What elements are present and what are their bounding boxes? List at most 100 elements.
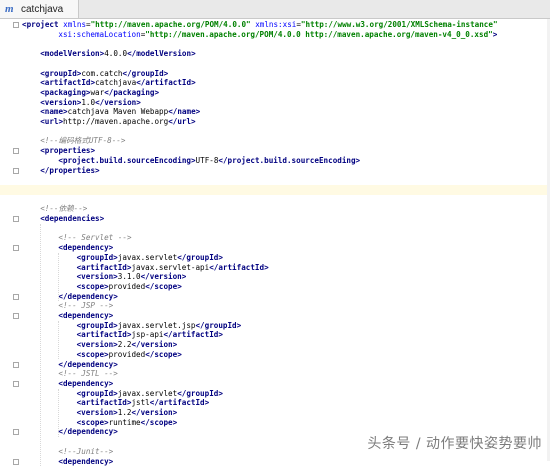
code-line[interactable] (0, 127, 550, 137)
code-token: </packaging> (104, 88, 159, 97)
code-line[interactable]: <packaging>war</packaging> (0, 88, 550, 98)
code-line[interactable] (0, 59, 550, 69)
code-token: 1.2 (118, 408, 132, 417)
code-token: UTF-8 (196, 156, 219, 165)
code-line[interactable]: <version>2.2</version> (0, 340, 550, 350)
code-line[interactable]: </properties> (0, 166, 550, 176)
code-line[interactable]: <scope>runtime</scope> (0, 418, 550, 428)
code-line[interactable]: <!-- Servlet --> (0, 233, 550, 243)
code-line-text: <url>http://maven.apache.org</url> (40, 117, 195, 127)
code-token: jstl (131, 398, 149, 407)
file-tab-catchjava[interactable]: m catchjava (0, 0, 79, 18)
code-line-text: <dependency> (58, 243, 113, 253)
code-token: </version> (141, 272, 187, 281)
watermark: 头条号 / 动作要快姿势要帅 (367, 433, 542, 453)
fold-marker-icon[interactable] (13, 313, 19, 319)
code-token: > (493, 30, 498, 39)
code-line[interactable]: <project xmlns="http://maven.apache.org/… (0, 20, 550, 30)
code-line[interactable]: <dependency> (0, 379, 550, 389)
code-token: </project.build.sourceEncoding> (218, 156, 360, 165)
code-token: javax.servlet.jsp (118, 321, 196, 330)
code-token: xmlns:xsi (255, 20, 296, 29)
code-line[interactable]: <name>catchjava Maven Webapp</name> (0, 107, 550, 117)
code-line[interactable]: <!--依赖--> (0, 204, 550, 214)
code-line[interactable]: <dependency> (0, 243, 550, 253)
code-line[interactable]: <version>1.2</version> (0, 408, 550, 418)
code-line[interactable]: <version>3.1.0</version> (0, 272, 550, 282)
code-line[interactable]: <!-- JSTL --> (0, 369, 550, 379)
code-line[interactable]: <artifactId>jstl</artifactId> (0, 398, 550, 408)
code-line[interactable]: <url>http://maven.apache.org</url> (0, 117, 550, 127)
code-line[interactable]: <groupId>javax.servlet</groupId> (0, 389, 550, 399)
code-line[interactable]: <dependency> (0, 457, 550, 466)
code-line[interactable]: <scope>provided</scope> (0, 350, 550, 360)
code-line[interactable]: <artifactId>catchjava</artifactId> (0, 78, 550, 88)
code-line-text: <artifactId>jsp-api</artifactId> (77, 330, 223, 340)
code-line-text: <dependency> (58, 379, 113, 389)
code-line[interactable]: <artifactId>javax.servlet-api</artifactI… (0, 263, 550, 273)
code-line-text: <packaging>war</packaging> (40, 88, 159, 98)
code-token: <url> (40, 117, 63, 126)
code-token: jsp-api (131, 330, 163, 339)
code-token: <!-- Servlet --> (58, 233, 131, 242)
code-line[interactable]: </dependency> (0, 292, 550, 302)
code-token: </scope> (141, 418, 178, 427)
code-line[interactable]: <!--编码格式UTF-8--> (0, 136, 550, 146)
code-token: <dependency> (58, 311, 113, 320)
code-line-text: </properties> (40, 166, 99, 176)
code-line[interactable] (0, 39, 550, 49)
code-token: <version> (40, 98, 81, 107)
code-editor[interactable]: <project xmlns="http://maven.apache.org/… (0, 19, 550, 461)
code-token: <name> (40, 107, 67, 116)
code-line[interactable]: <groupId>javax.servlet.jsp</groupId> (0, 321, 550, 331)
code-token: </scope> (145, 282, 182, 291)
code-token: <properties> (40, 146, 95, 155)
fold-marker-icon[interactable] (13, 148, 19, 154)
fold-marker-icon[interactable] (13, 168, 19, 174)
fold-marker-icon[interactable] (13, 429, 19, 435)
code-token: <scope> (77, 350, 109, 359)
code-line-text: <artifactId>jstl</artifactId> (77, 398, 210, 408)
code-line-text: <version>1.0</version> (40, 98, 141, 108)
indent-guide (58, 253, 59, 302)
code-line[interactable]: <artifactId>jsp-api</artifactId> (0, 330, 550, 340)
fold-marker-icon[interactable] (13, 459, 19, 465)
code-line[interactable]: <version>1.0</version> (0, 98, 550, 108)
code-token: </modelVersion> (127, 49, 196, 58)
code-line[interactable]: <dependencies> (0, 214, 550, 224)
code-line[interactable]: </dependency> (0, 360, 550, 370)
fold-marker-icon[interactable] (13, 216, 19, 222)
code-token: <project (22, 20, 63, 29)
code-line[interactable]: <!-- JSP --> (0, 301, 550, 311)
code-line-text: <groupId>com.catch</groupId> (40, 69, 168, 79)
code-token: </name> (168, 107, 200, 116)
code-line[interactable] (0, 175, 550, 185)
code-line[interactable]: <groupId>javax.servlet</groupId> (0, 253, 550, 263)
code-token: runtime (109, 418, 141, 427)
code-line-text: <name>catchjava Maven Webapp</name> (40, 107, 200, 117)
fold-marker-icon[interactable] (13, 22, 19, 28)
code-line-text: <version>2.2</version> (77, 340, 178, 350)
code-line[interactable]: <modelVersion>4.0.0</modelVersion> (0, 49, 550, 59)
code-token: <version> (77, 340, 118, 349)
code-line[interactable] (0, 224, 550, 234)
code-line[interactable]: xsi:schemaLocation="http://maven.apache.… (0, 30, 550, 40)
code-line[interactable]: <dependency> (0, 311, 550, 321)
code-token: "http://maven.apache.org/POM/4.0.0 http:… (145, 30, 492, 39)
code-line-text: <project.build.sourceEncoding>UTF-8</pro… (58, 156, 360, 166)
code-token: <version> (77, 408, 118, 417)
code-line[interactable] (0, 185, 550, 195)
fold-marker-icon[interactable] (13, 245, 19, 251)
fold-marker-icon[interactable] (13, 294, 19, 300)
code-line[interactable]: <project.build.sourceEncoding>UTF-8</pro… (0, 156, 550, 166)
code-token: http://maven.apache.org (63, 117, 168, 126)
code-line[interactable]: <groupId>com.catch</groupId> (0, 69, 550, 79)
fold-marker-icon[interactable] (13, 381, 19, 387)
code-line[interactable] (0, 195, 550, 205)
code-token: </artifactId> (136, 78, 195, 87)
code-line[interactable]: <properties> (0, 146, 550, 156)
fold-marker-icon[interactable] (13, 362, 19, 368)
code-line[interactable]: <scope>provided</scope> (0, 282, 550, 292)
code-token: <dependencies> (40, 214, 104, 223)
code-line-text: xsi:schemaLocation="http://maven.apache.… (58, 30, 497, 40)
